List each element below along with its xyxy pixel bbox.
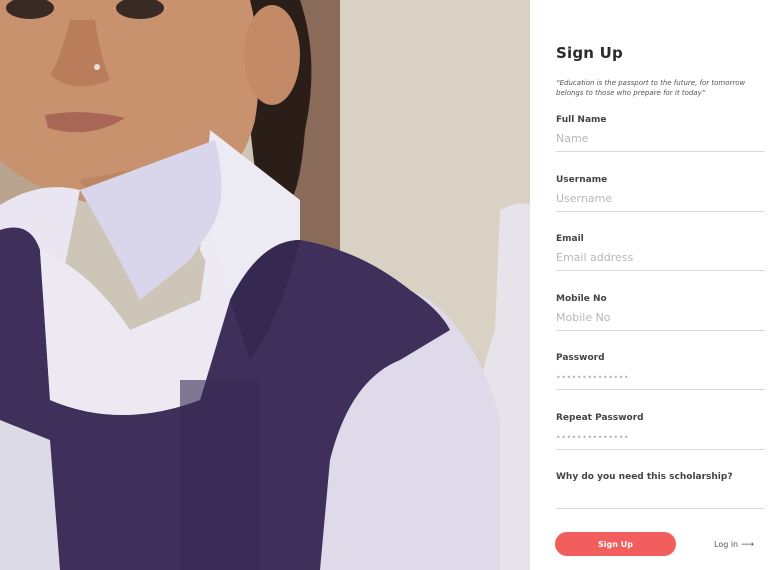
email-input[interactable] xyxy=(556,249,765,271)
signup-quote: “Education is the passport to the future… xyxy=(556,79,746,97)
password-field: Password xyxy=(556,352,765,390)
username-field: Username xyxy=(556,174,765,212)
repeat-password-field: Repeat Password xyxy=(556,412,765,450)
password-input[interactable] xyxy=(556,368,765,390)
sign-up-button[interactable]: Sign Up xyxy=(555,532,676,556)
repeat-password-input[interactable] xyxy=(556,428,765,450)
log-in-label: Log in xyxy=(714,540,739,549)
scholarship-reason-label: Why do you need this scholarship? xyxy=(556,472,733,482)
scholarship-reason-field: Why do you need this scholarship? xyxy=(556,471,765,509)
signup-panel: Sign Up “Education is the passport to th… xyxy=(530,0,781,570)
password-label: Password xyxy=(556,353,605,363)
mobile-field: Mobile No xyxy=(556,293,765,331)
mobile-label: Mobile No xyxy=(556,294,607,304)
hero-photo xyxy=(0,0,530,570)
email-label: Email xyxy=(556,234,584,244)
signup-title: Sign Up xyxy=(556,44,623,62)
username-label: Username xyxy=(556,175,608,185)
email-field: Email xyxy=(556,233,765,271)
repeat-password-label: Repeat Password xyxy=(556,413,644,423)
log-in-link[interactable]: Log in ⟶ xyxy=(714,540,754,550)
full-name-input[interactable] xyxy=(556,130,765,152)
scholarship-reason-input[interactable] xyxy=(556,487,765,509)
full-name-field: Full Name xyxy=(556,114,765,152)
full-name-label: Full Name xyxy=(556,115,607,125)
mobile-input[interactable] xyxy=(556,309,765,331)
arrow-right-icon: ⟶ xyxy=(741,540,755,550)
student-illustration xyxy=(0,0,530,570)
username-input[interactable] xyxy=(556,190,765,212)
